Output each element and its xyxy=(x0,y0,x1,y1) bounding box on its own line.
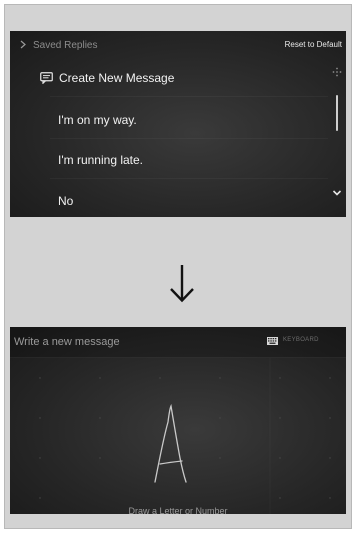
chevron-right-icon[interactable] xyxy=(20,40,26,49)
list-item[interactable]: I'm on my way. xyxy=(10,101,328,139)
new-message-screen: Write a new message KEYBOARD Draw a Lett… xyxy=(10,327,346,514)
keyboard-label: KEYBOARD xyxy=(283,337,319,343)
down-arrow-icon xyxy=(170,265,194,303)
scrollbar[interactable] xyxy=(332,67,342,217)
message-icon xyxy=(40,72,53,84)
list-item-label: I'm running late. xyxy=(58,153,144,167)
figure-frame: Saved Replies Reset to Default Create Ne… xyxy=(4,4,352,529)
divider xyxy=(50,96,328,97)
keyboard-button[interactable]: KEYBOARD xyxy=(267,335,331,349)
message-input-placeholder: Write a new message xyxy=(14,336,120,348)
handwritten-letter-a xyxy=(154,404,187,483)
saved-replies-screen: Saved Replies Reset to Default Create Ne… xyxy=(10,31,346,217)
breadcrumb: Saved Replies xyxy=(33,40,98,51)
scroll-thumb[interactable] xyxy=(336,95,338,131)
chevron-down-icon[interactable] xyxy=(332,189,342,197)
reset-to-default-button[interactable]: Reset to Default xyxy=(285,40,342,49)
list-item[interactable]: No xyxy=(10,182,328,217)
screen-header: Saved Replies Reset to Default xyxy=(10,31,346,59)
list-item-label: I'm on my way. xyxy=(58,113,137,127)
list-item[interactable]: I'm running late. xyxy=(10,141,328,179)
create-new-message-item[interactable]: Create New Message xyxy=(10,59,328,97)
keyboard-icon xyxy=(267,337,278,345)
message-input[interactable]: Write a new message KEYBOARD xyxy=(10,327,346,358)
handwriting-pad[interactable]: Draw a Letter or Number xyxy=(10,358,346,514)
divider xyxy=(50,138,328,139)
drag-handle-icon[interactable] xyxy=(332,67,342,77)
draw-hint: Draw a Letter or Number xyxy=(128,506,228,514)
list-item-label: No xyxy=(58,194,74,208)
divider xyxy=(50,178,328,179)
list-item-label: Create New Message xyxy=(59,71,175,85)
